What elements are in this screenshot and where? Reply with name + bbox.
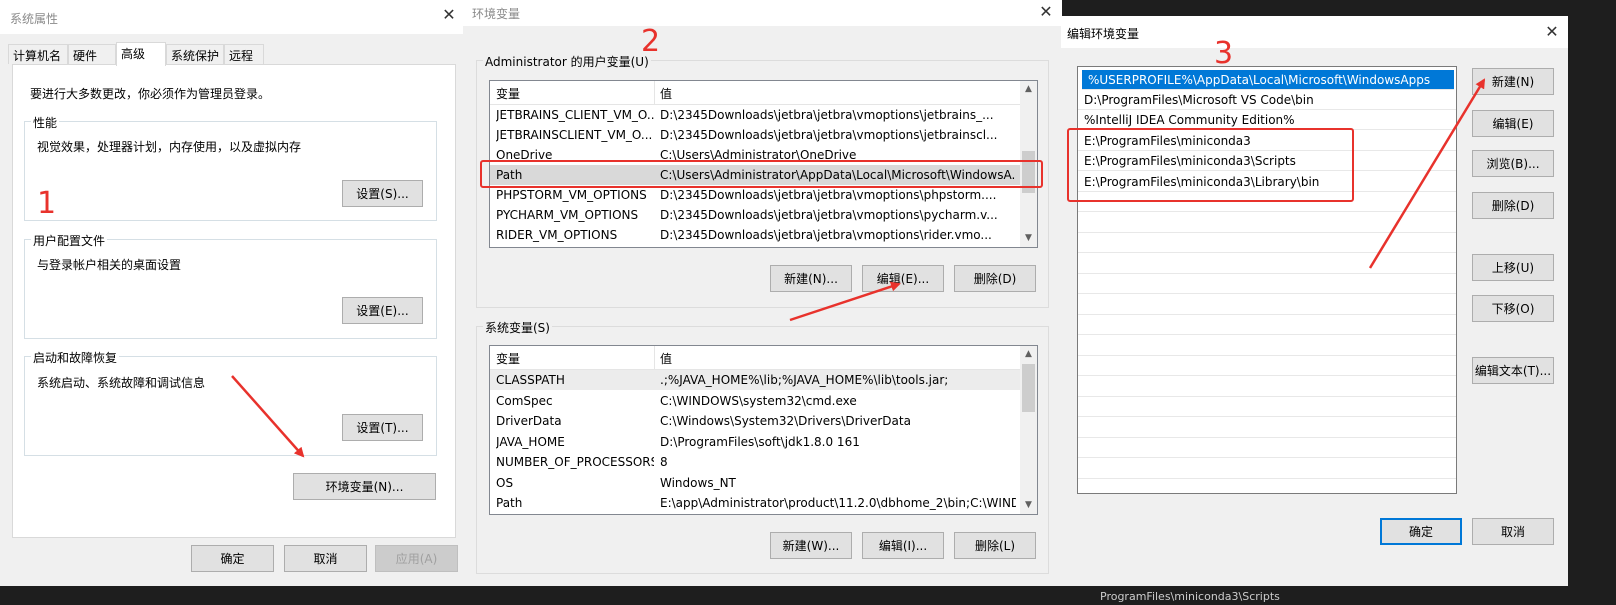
- annotation-arrows: [231, 78, 1486, 458]
- arrow-to-new-button: [1368, 78, 1486, 269]
- arrow-to-edit-button: [789, 281, 901, 322]
- arrow-to-envvar-button: [231, 375, 305, 458]
- tab-advanced[interactable]: 高级: [116, 42, 166, 66]
